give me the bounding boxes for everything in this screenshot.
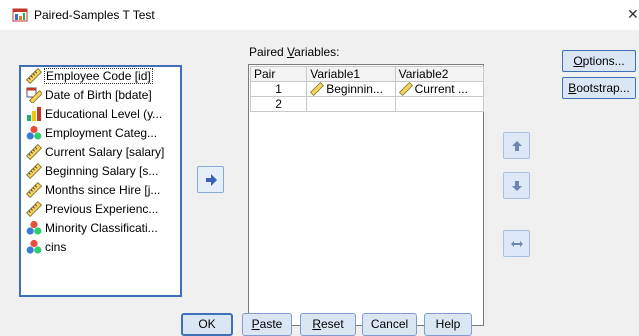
scale-ruler-icon (26, 144, 42, 160)
variable-label: Beginning Salary [s... (45, 164, 159, 178)
variable2-cell[interactable] (394, 96, 485, 112)
variable-label: Date of Birth [bdate] (45, 88, 152, 102)
paste-button[interactable]: Paste (242, 313, 292, 336)
table-row[interactable]: 1 Beginnin... Current ... (249, 81, 485, 97)
ok-button[interactable]: OK (181, 313, 233, 336)
list-item[interactable]: Employment Categ... (24, 124, 178, 142)
variable-label: Minority Classificati... (45, 221, 158, 235)
bootstrap-button[interactable]: Bootstrap... (562, 77, 636, 99)
scale-ruler-icon (26, 182, 42, 198)
arrow-right-icon (206, 174, 217, 186)
window-title: Paired-Samples T Test (34, 8, 155, 22)
paired-variables-grid[interactable]: Pair Variable1 Variable2 1 Beginnin... C… (248, 64, 485, 326)
variable-label: Months since Hire [j... (45, 183, 161, 197)
list-item[interactable]: Educational Level (y... (24, 105, 178, 123)
variable-label: Employee Code [id] (44, 68, 153, 84)
paired-variables-label: Paired Variables: (249, 45, 340, 59)
variable1-value: Beginnin... (326, 82, 383, 96)
scale-ruler-icon (26, 163, 42, 179)
variable2-value: Current ... (414, 82, 468, 96)
variable-label: Educational Level (y... (45, 107, 163, 121)
bar-chart-icon (27, 107, 41, 121)
variable1-cell[interactable] (306, 96, 396, 112)
scale-ruler-icon (26, 68, 42, 84)
column-header-variable1: Variable1 (306, 66, 396, 82)
list-item[interactable]: Employee Code [id] (24, 67, 178, 85)
column-header-variable2: Variable2 (394, 66, 485, 82)
arrow-down-icon (512, 181, 522, 191)
swap-button[interactable] (503, 230, 530, 257)
list-item[interactable]: Current Salary [salary] (24, 143, 178, 161)
list-item[interactable]: Beginning Salary [s... (24, 162, 178, 180)
variable2-cell[interactable]: Current ... (394, 81, 485, 97)
options-button[interactable]: Options... (562, 50, 636, 72)
pair-number: 2 (249, 96, 308, 112)
source-variable-list[interactable]: Employee Code [id] Date of Birth [bdate]… (19, 65, 182, 297)
move-to-paired-button[interactable] (197, 166, 224, 193)
arrow-up-icon (512, 141, 522, 151)
scale-ruler-icon (398, 82, 413, 96)
variable1-cell[interactable]: Beginnin... (306, 81, 396, 97)
list-item[interactable]: Minority Classificati... (24, 219, 178, 237)
table-header-row: Pair Variable1 Variable2 (249, 66, 485, 82)
variable-label: Current Salary [salary] (45, 145, 165, 159)
nominal-balls-icon (26, 239, 42, 254)
column-header-pair: Pair (249, 66, 308, 82)
spss-app-icon (12, 8, 28, 22)
variable-label: Previous Experienc... (45, 202, 159, 216)
date-ruler-icon (26, 87, 42, 103)
list-item[interactable]: Months since Hire [j... (24, 181, 178, 199)
table-row[interactable]: 2 (249, 96, 485, 112)
move-down-button[interactable] (503, 172, 530, 199)
pair-number: 1 (249, 81, 308, 97)
swap-arrows-icon (511, 241, 523, 247)
nominal-balls-icon (26, 220, 42, 235)
variable-label: Employment Categ... (45, 126, 158, 140)
scale-ruler-icon (310, 82, 325, 96)
move-up-button[interactable] (503, 132, 530, 159)
close-icon[interactable]: ✕ (627, 6, 639, 23)
nominal-balls-icon (26, 125, 42, 140)
title-bar: Paired-Samples T Test ✕ (0, 0, 639, 30)
reset-button[interactable]: Reset (300, 313, 356, 336)
cancel-button[interactable]: Cancel (362, 313, 417, 336)
list-item[interactable]: Date of Birth [bdate] (24, 86, 178, 104)
paired-variables-table: Pair Variable1 Variable2 1 Beginnin... C… (249, 66, 485, 112)
list-item[interactable]: Previous Experienc... (24, 200, 178, 218)
variable-label: cins (45, 240, 67, 254)
help-button[interactable]: Help (424, 313, 472, 336)
list-item[interactable]: cins (24, 238, 178, 256)
dialog-body: Employee Code [id] Date of Birth [bdate]… (0, 30, 639, 336)
scale-ruler-icon (26, 201, 42, 217)
